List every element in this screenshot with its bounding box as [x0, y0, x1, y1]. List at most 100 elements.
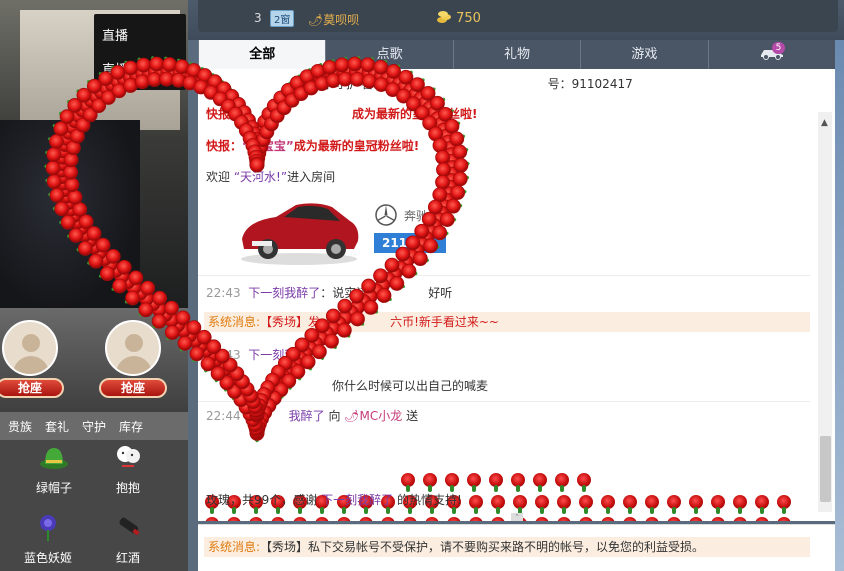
news-line: 快报： 成为最新的皇冠粉丝啦!: [206, 107, 478, 121]
rose-icon: [444, 516, 464, 521]
rose-icon: [576, 494, 596, 514]
scrollbar-thumb[interactable]: [820, 436, 831, 502]
rose-icon: [552, 472, 572, 492]
rose-icon: [664, 494, 684, 514]
rose-icon: [730, 516, 750, 521]
rose-icon: [508, 472, 528, 492]
rose-icon: [532, 494, 552, 514]
seat-2[interactable]: 抢座: [99, 320, 167, 400]
rose-icon: [554, 516, 574, 521]
gift-label: 抱抱: [115, 481, 140, 495]
chat-message: 22:43 下一刻我醉了：说实话 好听: [206, 286, 453, 300]
rose-icon: [510, 494, 530, 514]
rose-icon: [268, 516, 288, 521]
rose-icon: [752, 516, 772, 521]
gift-item[interactable]: 蓝色妖姬: [18, 512, 78, 566]
tab-gift-set[interactable]: 套礼: [45, 418, 69, 435]
gift-grid: 绿帽子 抱抱 蓝色妖姬 红酒: [0, 440, 188, 571]
gift-label: 绿帽子: [35, 481, 72, 495]
gift-item[interactable]: 抱抱: [98, 442, 158, 496]
divider: [198, 275, 810, 276]
rose-icon: [312, 516, 332, 521]
blue-rose-icon: [40, 515, 56, 541]
rose-icon: [464, 472, 484, 492]
tab-games[interactable]: 游戏: [580, 40, 707, 69]
tab-all[interactable]: 全部: [198, 40, 326, 69]
rank-badge: 2窗: [270, 10, 295, 27]
gift-item[interactable]: 绿帽子: [24, 442, 84, 496]
tab-cars[interactable]: 5: [707, 40, 835, 69]
rose-icon: [420, 472, 440, 492]
chat-line: 王 求守护 喜欢的 号：91102417: [306, 77, 633, 91]
username[interactable]: 下一刻我: [248, 348, 296, 362]
tab-guard[interactable]: 守护: [82, 418, 106, 435]
chat-message: 22:43 下一刻我: [206, 348, 297, 362]
video-stream[interactable]: 直播 直播: [0, 0, 188, 308]
grab-seat-button[interactable]: 抢座: [99, 378, 167, 398]
rose-icon: [400, 516, 420, 521]
thanks-message: 玫瑰，共99个，感谢 下一刻我醉了 的热情支持!: [206, 493, 462, 507]
rose-icon: [774, 494, 794, 514]
system-notice-panel: 系统消息:【秀场】私下交易帐号不受保护，请不要购买来路不明的帐号，以免您的利益受…: [198, 524, 835, 571]
rose-icon: [576, 516, 596, 521]
coin-icon: [437, 11, 451, 23]
rose-icon: [422, 516, 442, 521]
rose-icon: [442, 472, 462, 492]
mercedes-logo-icon: [375, 204, 397, 226]
rose-icon: [686, 516, 706, 521]
username[interactable]: 下一刻我醉了: [248, 286, 320, 300]
rose-icon: [202, 516, 222, 521]
rose-icon: [398, 472, 418, 492]
grab-seat-button[interactable]: 抢座: [0, 378, 64, 398]
resize-handle[interactable]: ⌃: [511, 513, 523, 521]
rose-icon: [598, 494, 618, 514]
rose-icon: [378, 516, 398, 521]
rose-icon: [466, 516, 486, 521]
system-notice: 系统消息:【秀场】私下交易帐号不受保护，请不要购买来路不明的帐号，以免您的利益受…: [204, 537, 810, 557]
rose-icon: [730, 494, 750, 514]
rose-icon: [486, 472, 506, 492]
chat-log[interactable]: 王 求守护 喜欢的 号：91102417 快报： 成为最新的皇冠粉丝啦! 快报：“莫…: [198, 69, 835, 521]
news-line: 快报：“莫宝宝”成为最新的皇冠粉丝啦!: [206, 139, 420, 153]
rose-icon: [532, 516, 552, 521]
avatar: [105, 320, 161, 376]
divider: [198, 401, 810, 402]
rose-icon: [708, 494, 728, 514]
green-hat-icon: [40, 448, 68, 469]
system-message: 系统消息:【秀场】发 六币!新手看过来~~: [204, 312, 810, 332]
rose-icon: [620, 516, 640, 521]
welcome-line: 欢迎 “天河水!”进入房间: [206, 170, 336, 184]
seat-1[interactable]: 抢座: [0, 320, 64, 400]
avatar: [2, 320, 58, 376]
chat-tabs: 全部 点歌 礼物 游戏 5: [198, 40, 835, 69]
tab-gifts[interactable]: 礼物: [452, 40, 580, 69]
rose-icon: [246, 516, 266, 521]
rose-icon: [686, 494, 706, 514]
coin-count: 750: [436, 10, 481, 26]
rose-icon: [488, 494, 508, 514]
username[interactable]: 我醉了: [289, 409, 325, 423]
scroll-up-icon[interactable]: ▲: [821, 118, 828, 128]
chat-message-text: 你什么时候可以出自己的喊麦: [332, 379, 489, 393]
rose-icon: [224, 516, 244, 521]
rose-icon: [574, 472, 594, 492]
leaf-icon: [189, 62, 196, 72]
gift-category-tabs: 贵族 套礼 守护 库存: [0, 412, 188, 440]
owner-name[interactable]: 🌶莫呗呗: [308, 11, 359, 28]
rose-icon: [598, 516, 618, 521]
rose-icon: [554, 494, 574, 514]
tab-nobility[interactable]: 贵族: [8, 418, 32, 435]
seat-area: 抢座 抢座: [0, 308, 188, 412]
rose-icon: [530, 472, 550, 492]
tab-inventory[interactable]: 库存: [119, 418, 143, 435]
rose-icon: [290, 516, 310, 521]
tab-song-request[interactable]: 点歌: [325, 40, 452, 69]
gift-label: 蓝色妖姬: [23, 551, 72, 565]
hug-icon: [117, 446, 140, 467]
car-brand: 奔驰: [404, 209, 429, 223]
gift-label: 红酒: [115, 551, 140, 565]
stream-caption: 直播 直播: [94, 14, 186, 90]
gift-item[interactable]: 红酒: [98, 512, 158, 566]
car-badge: 5: [771, 42, 786, 54]
rose-icon: [356, 516, 376, 521]
